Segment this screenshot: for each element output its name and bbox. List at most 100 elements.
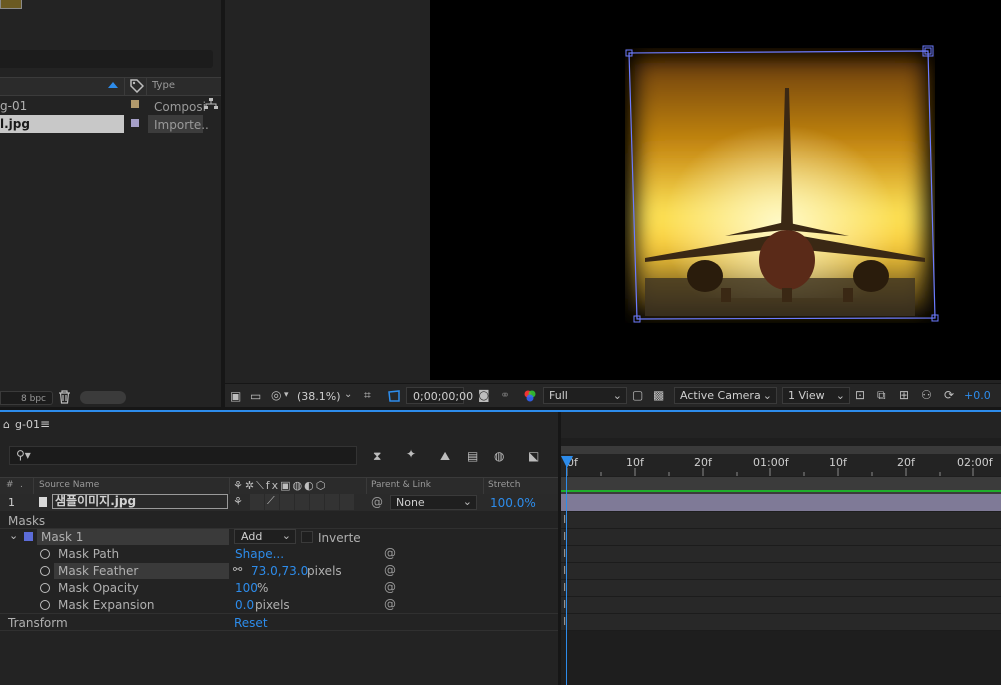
- graph-editor-icon[interactable]: ⬕: [528, 449, 539, 463]
- mask-path-outline[interactable]: [620, 45, 940, 330]
- property-value[interactable]: Shape...: [235, 547, 284, 561]
- layer-switch-box[interactable]: [250, 494, 264, 510]
- inverted-checkbox[interactable]: [301, 531, 313, 543]
- layer-switch-box[interactable]: [280, 494, 294, 510]
- comp-tab-icon: ⌂: [3, 418, 10, 431]
- magnification-dropdown[interactable]: (38.1%): [297, 390, 341, 403]
- mask-opacity-row[interactable]: Mask Opacity 100 % @: [0, 580, 558, 597]
- project-search-input[interactable]: [0, 50, 213, 68]
- timeline-comp-tab[interactable]: g-01: [15, 418, 40, 431]
- project-scrollbar[interactable]: [80, 391, 126, 404]
- property-label: Mask Path: [58, 547, 120, 561]
- mask-visibility-icon[interactable]: ◎: [271, 388, 281, 402]
- fast-previews-icon[interactable]: ⧉: [877, 388, 886, 402]
- label-color-swatch[interactable]: [131, 100, 139, 108]
- transform-group-label: Transform: [8, 616, 68, 630]
- mask-name-cell[interactable]: Mask 1: [37, 529, 229, 545]
- transparency-grid-icon[interactable]: ▩: [653, 388, 664, 402]
- column-divider: [124, 78, 125, 95]
- quality-switch-icon[interactable]: ⟋: [265, 494, 279, 510]
- project-item-composition[interactable]: g-01 Composi: [0, 96, 221, 115]
- layer-switches-header-icons[interactable]: ⚘✲⟍fx▣◍◐⬡: [233, 479, 327, 493]
- toggle-mask-path-icon[interactable]: [387, 389, 401, 406]
- mask-mode-dropdown[interactable]: Add ⌄: [234, 529, 296, 544]
- transform-row[interactable]: Transform Reset: [0, 614, 558, 631]
- layer-switch-box[interactable]: [310, 494, 324, 510]
- frame-blending-icon[interactable]: ▤: [467, 449, 478, 463]
- type-column-header[interactable]: Type: [152, 80, 175, 91]
- pickwhip-icon[interactable]: @: [384, 546, 396, 560]
- layer-switch-box[interactable]: [325, 494, 339, 510]
- transform-reset-link[interactable]: Reset: [234, 616, 268, 630]
- reset-exposure-icon[interactable]: ⟳: [944, 388, 954, 402]
- flowchart-icon[interactable]: [204, 98, 218, 113]
- stopwatch-icon[interactable]: [40, 549, 50, 559]
- panel-menu-icon[interactable]: ≡: [40, 417, 50, 431]
- bit-depth-button[interactable]: 8 bpc: [0, 391, 53, 405]
- mask-row[interactable]: ⌄ Mask 1 Add ⌄ Inverte: [0, 529, 558, 546]
- mask-feather-row[interactable]: Mask Feather ⚯ 73.0,73.0 pixels @: [0, 563, 558, 580]
- resolution-dropdown[interactable]: Full ⌄: [543, 387, 627, 404]
- layer-name-field[interactable]: 샘플이미지.jpg: [52, 494, 228, 509]
- view-layout-dropdown[interactable]: 1 View ⌄: [782, 387, 850, 404]
- grid-guides-icon[interactable]: ⌗: [364, 388, 371, 402]
- mask-path-row[interactable]: Mask Path Shape... @: [0, 546, 558, 563]
- monitor-icon[interactable]: ▭: [250, 389, 261, 403]
- property-value[interactable]: 0.0: [235, 598, 254, 612]
- parent-pickwhip-icon[interactable]: @: [371, 495, 383, 509]
- stopwatch-icon[interactable]: [40, 583, 50, 593]
- column-header-label[interactable]: .: [20, 480, 23, 490]
- mask-color-swatch[interactable]: [24, 532, 33, 541]
- current-time-field[interactable]: 0;00;00;00: [406, 387, 473, 404]
- stretch-value[interactable]: 100.0%: [490, 496, 536, 510]
- timeline-icon[interactable]: ⊞: [899, 388, 909, 402]
- sort-ascending-icon[interactable]: [108, 82, 118, 88]
- stopwatch-icon[interactable]: [40, 566, 50, 576]
- property-value[interactable]: 100: [235, 581, 258, 595]
- color-channels-icon[interactable]: [523, 389, 537, 406]
- snapshot-camera-icon[interactable]: ◙: [478, 388, 490, 402]
- timeline-tab-bar: ⌂ g-01 ≡: [0, 412, 1001, 438]
- show-snapshot-icon[interactable]: ⚭: [500, 388, 510, 402]
- motion-blur-icon[interactable]: ◍: [494, 449, 504, 463]
- column-header-number[interactable]: #: [6, 480, 14, 490]
- trash-icon[interactable]: [58, 390, 71, 407]
- current-time-indicator-head[interactable]: [561, 456, 573, 468]
- project-item-image[interactable]: l.jpg Importe..: [0, 115, 221, 134]
- always-preview-icon[interactable]: ▣: [230, 389, 241, 403]
- shy-layers-icon[interactable]: ⛰: [440, 449, 450, 463]
- column-header-parent-link[interactable]: Parent & Link: [371, 480, 431, 490]
- shy-switch-icon[interactable]: ⚘: [233, 495, 243, 508]
- masks-group-label[interactable]: Masks: [8, 514, 45, 528]
- column-header-source-name[interactable]: Source Name: [39, 480, 99, 490]
- pickwhip-icon[interactable]: @: [384, 563, 396, 577]
- flowchart-icon[interactable]: ⚇: [921, 388, 932, 402]
- layer-switch-box[interactable]: [295, 494, 309, 510]
- toggle-pixel-aspect-icon[interactable]: ⊡: [855, 388, 865, 402]
- layer-duration-bar[interactable]: [561, 494, 1001, 511]
- column-header-stretch[interactable]: Stretch: [488, 480, 520, 490]
- current-time-indicator-line[interactable]: [566, 463, 567, 685]
- project-item-type-cell: Importe..: [148, 115, 209, 133]
- stopwatch-icon[interactable]: [40, 600, 50, 610]
- region-of-interest-icon[interactable]: ▢: [632, 388, 643, 402]
- pickwhip-icon[interactable]: @: [384, 597, 396, 611]
- render-cache-bar: [561, 490, 1001, 492]
- expand-chevron-icon[interactable]: ⌄: [9, 529, 18, 542]
- property-value[interactable]: 73.0,73.0: [251, 564, 308, 578]
- comp-flowchart-icon[interactable]: ✦: [406, 447, 416, 461]
- layer-switch-box[interactable]: [340, 494, 354, 510]
- work-area-bar[interactable]: [561, 446, 1001, 454]
- timeline-search-input[interactable]: ⚲▾: [9, 446, 357, 465]
- exposure-value[interactable]: +0.0: [964, 389, 991, 402]
- chevron-down-icon[interactable]: ▾: [284, 388, 289, 402]
- label-color-swatch[interactable]: [131, 119, 139, 127]
- camera-view-dropdown[interactable]: Active Camera ⌄: [674, 387, 777, 404]
- draft-3d-icon[interactable]: ⧗: [373, 449, 381, 463]
- pickwhip-icon[interactable]: @: [384, 580, 396, 594]
- chevron-down-icon[interactable]: ⌄: [344, 388, 352, 402]
- label-tag-icon[interactable]: [130, 79, 145, 96]
- constrain-proportions-icon[interactable]: ⚯: [233, 563, 242, 576]
- parent-dropdown[interactable]: None ⌄: [390, 495, 477, 510]
- mask-expansion-row[interactable]: Mask Expansion 0.0 pixels @: [0, 597, 558, 614]
